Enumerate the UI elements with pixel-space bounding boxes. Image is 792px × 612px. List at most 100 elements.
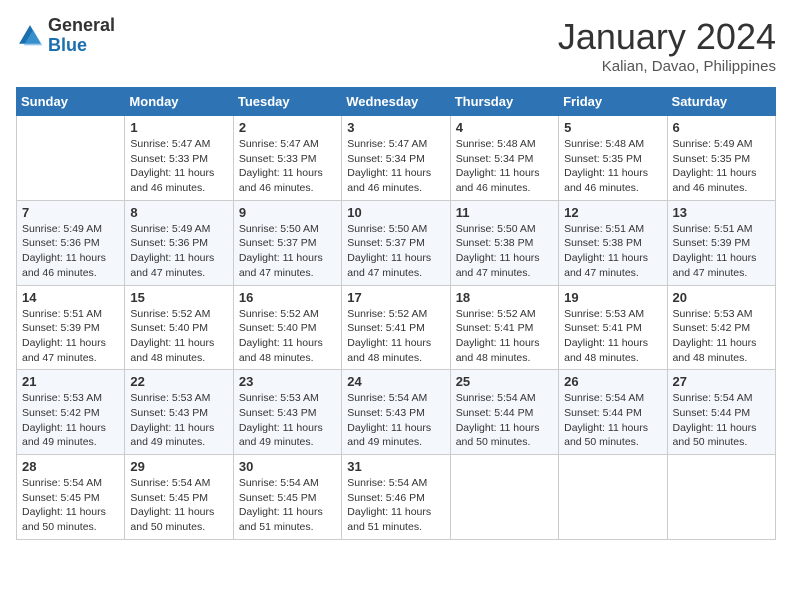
- weekday-header: Friday: [559, 88, 667, 116]
- day-info: Sunrise: 5:52 AM Sunset: 5:40 PM Dayligh…: [130, 307, 227, 366]
- calendar-cell: [559, 455, 667, 540]
- weekday-header: Sunday: [17, 88, 125, 116]
- calendar-cell: 26 Sunrise: 5:54 AM Sunset: 5:44 PM Dayli…: [559, 370, 667, 455]
- calendar-cell: 30Sunrise: 5:54 AM Sunset: 5:45 PM Dayli…: [233, 455, 341, 540]
- day-info: Sunrise: 5:54 AM Sunset: 5:45 PM Dayligh…: [239, 476, 336, 535]
- day-number: 10: [347, 205, 444, 220]
- calendar-subtitle: Kalian, Davao, Philippines: [558, 58, 776, 75]
- calendar-table: SundayMondayTuesdayWednesdayThursdayFrid…: [16, 87, 776, 540]
- calendar-cell: 23Sunrise: 5:53 AM Sunset: 5:43 PM Dayli…: [233, 370, 341, 455]
- day-number: 27: [673, 374, 770, 389]
- calendar-cell: 10 Sunrise: 5:50 AM Sunset: 5:37 PM Dayli…: [342, 200, 450, 285]
- day-info: Sunrise: 5:51 AM Sunset: 5:39 PM Dayligh…: [22, 307, 119, 366]
- day-number: 31: [347, 459, 444, 474]
- day-number: 21: [22, 374, 119, 389]
- day-number: 8: [130, 205, 227, 220]
- day-number: 28: [22, 459, 119, 474]
- calendar-cell: 13 Sunrise: 5:51 AM Sunset: 5:39 PM Dayli…: [667, 200, 775, 285]
- day-number: 16: [239, 290, 336, 305]
- day-info: Sunrise: 5:54 AM Sunset: 5:46 PM Dayligh…: [347, 476, 444, 535]
- calendar-cell: [667, 455, 775, 540]
- calendar-cell: 12 Sunrise: 5:51 AM Sunset: 5:38 PM Dayli…: [559, 200, 667, 285]
- day-number: 18: [456, 290, 553, 305]
- calendar-cell: 22 Sunrise: 5:53 AM Sunset: 5:43 PM Dayli…: [125, 370, 233, 455]
- calendar-week-row: 14 Sunrise: 5:51 AM Sunset: 5:39 PM Dayli…: [17, 285, 776, 370]
- day-info: Sunrise: 5:53 AM Sunset: 5:42 PM Dayligh…: [673, 307, 770, 366]
- day-number: 26: [564, 374, 661, 389]
- day-info: Sunrise: 5:53 AM Sunset: 5:43 PM Dayligh…: [130, 391, 227, 450]
- calendar-cell: 7Sunrise: 5:49 AM Sunset: 5:36 PM Daylig…: [17, 200, 125, 285]
- day-number: 9: [239, 205, 336, 220]
- day-number: 5: [564, 120, 661, 135]
- day-number: 2: [239, 120, 336, 135]
- calendar-cell: [450, 455, 558, 540]
- day-number: 1: [130, 120, 227, 135]
- weekday-header: Wednesday: [342, 88, 450, 116]
- calendar-cell: 11 Sunrise: 5:50 AM Sunset: 5:38 PM Dayli…: [450, 200, 558, 285]
- day-info: Sunrise: 5:54 AM Sunset: 5:44 PM Dayligh…: [456, 391, 553, 450]
- day-number: 24: [347, 374, 444, 389]
- day-number: 15: [130, 290, 227, 305]
- day-info: Sunrise: 5:52 AM Sunset: 5:41 PM Dayligh…: [456, 307, 553, 366]
- day-number: 14: [22, 290, 119, 305]
- day-info: Sunrise: 5:48 AM Sunset: 5:35 PM Dayligh…: [564, 137, 661, 196]
- day-info: Sunrise: 5:48 AM Sunset: 5:34 PM Dayligh…: [456, 137, 553, 196]
- calendar-cell: 21 Sunrise: 5:53 AM Sunset: 5:42 PM Dayli…: [17, 370, 125, 455]
- day-info: Sunrise: 5:52 AM Sunset: 5:41 PM Dayligh…: [347, 307, 444, 366]
- day-number: 12: [564, 205, 661, 220]
- weekday-header: Tuesday: [233, 88, 341, 116]
- day-number: 25: [456, 374, 553, 389]
- day-info: Sunrise: 5:52 AM Sunset: 5:40 PM Dayligh…: [239, 307, 336, 366]
- day-info: Sunrise: 5:53 AM Sunset: 5:41 PM Dayligh…: [564, 307, 661, 366]
- day-info: Sunrise: 5:54 AM Sunset: 5:44 PM Dayligh…: [564, 391, 661, 450]
- day-info: Sunrise: 5:47 AM Sunset: 5:33 PM Dayligh…: [130, 137, 227, 196]
- calendar-week-row: 1 Sunrise: 5:47 AM Sunset: 5:33 PM Daylig…: [17, 116, 776, 201]
- day-info: Sunrise: 5:49 AM Sunset: 5:36 PM Dayligh…: [130, 222, 227, 281]
- calendar-cell: 9Sunrise: 5:50 AM Sunset: 5:37 PM Daylig…: [233, 200, 341, 285]
- day-info: Sunrise: 5:50 AM Sunset: 5:38 PM Dayligh…: [456, 222, 553, 281]
- weekday-header: Monday: [125, 88, 233, 116]
- day-info: Sunrise: 5:51 AM Sunset: 5:38 PM Dayligh…: [564, 222, 661, 281]
- day-number: 3: [347, 120, 444, 135]
- calendar-week-row: 21 Sunrise: 5:53 AM Sunset: 5:42 PM Dayli…: [17, 370, 776, 455]
- day-info: Sunrise: 5:54 AM Sunset: 5:43 PM Dayligh…: [347, 391, 444, 450]
- calendar-cell: 17Sunrise: 5:52 AM Sunset: 5:41 PM Dayli…: [342, 285, 450, 370]
- day-info: Sunrise: 5:53 AM Sunset: 5:42 PM Dayligh…: [22, 391, 119, 450]
- day-info: Sunrise: 5:50 AM Sunset: 5:37 PM Dayligh…: [347, 222, 444, 281]
- calendar-cell: 6Sunrise: 5:49 AM Sunset: 5:35 PM Daylig…: [667, 116, 775, 201]
- day-info: Sunrise: 5:54 AM Sunset: 5:45 PM Dayligh…: [130, 476, 227, 535]
- day-info: Sunrise: 5:54 AM Sunset: 5:45 PM Dayligh…: [22, 476, 119, 535]
- calendar-week-row: 7Sunrise: 5:49 AM Sunset: 5:36 PM Daylig…: [17, 200, 776, 285]
- calendar-cell: 1 Sunrise: 5:47 AM Sunset: 5:33 PM Daylig…: [125, 116, 233, 201]
- day-number: 13: [673, 205, 770, 220]
- calendar-cell: 24 Sunrise: 5:54 AM Sunset: 5:43 PM Dayli…: [342, 370, 450, 455]
- calendar-cell: 15 Sunrise: 5:52 AM Sunset: 5:40 PM Dayli…: [125, 285, 233, 370]
- day-info: Sunrise: 5:47 AM Sunset: 5:34 PM Dayligh…: [347, 137, 444, 196]
- day-info: Sunrise: 5:49 AM Sunset: 5:36 PM Dayligh…: [22, 222, 119, 281]
- calendar-cell: 3 Sunrise: 5:47 AM Sunset: 5:34 PM Daylig…: [342, 116, 450, 201]
- logo-icon: [16, 22, 44, 50]
- calendar-cell: 29Sunrise: 5:54 AM Sunset: 5:45 PM Dayli…: [125, 455, 233, 540]
- calendar-cell: 5 Sunrise: 5:48 AM Sunset: 5:35 PM Daylig…: [559, 116, 667, 201]
- day-info: Sunrise: 5:54 AM Sunset: 5:44 PM Dayligh…: [673, 391, 770, 450]
- calendar-cell: [17, 116, 125, 201]
- day-number: 19: [564, 290, 661, 305]
- logo-text: General Blue: [48, 16, 115, 56]
- day-info: Sunrise: 5:51 AM Sunset: 5:39 PM Dayligh…: [673, 222, 770, 281]
- calendar-cell: 19 Sunrise: 5:53 AM Sunset: 5:41 PM Dayli…: [559, 285, 667, 370]
- logo: General Blue: [16, 16, 115, 56]
- weekday-header: Thursday: [450, 88, 558, 116]
- day-number: 22: [130, 374, 227, 389]
- day-info: Sunrise: 5:47 AM Sunset: 5:33 PM Dayligh…: [239, 137, 336, 196]
- title-section: January 2024 Kalian, Davao, Philippines: [558, 16, 776, 75]
- day-number: 20: [673, 290, 770, 305]
- calendar-cell: 18 Sunrise: 5:52 AM Sunset: 5:41 PM Dayli…: [450, 285, 558, 370]
- day-number: 11: [456, 205, 553, 220]
- calendar-cell: 8 Sunrise: 5:49 AM Sunset: 5:36 PM Daylig…: [125, 200, 233, 285]
- day-info: Sunrise: 5:49 AM Sunset: 5:35 PM Dayligh…: [673, 137, 770, 196]
- calendar-cell: 25 Sunrise: 5:54 AM Sunset: 5:44 PM Dayli…: [450, 370, 558, 455]
- calendar-header: SundayMondayTuesdayWednesdayThursdayFrid…: [17, 88, 776, 116]
- calendar-title: January 2024: [558, 16, 776, 58]
- calendar-cell: 2 Sunrise: 5:47 AM Sunset: 5:33 PM Daylig…: [233, 116, 341, 201]
- calendar-cell: 27 Sunrise: 5:54 AM Sunset: 5:44 PM Dayli…: [667, 370, 775, 455]
